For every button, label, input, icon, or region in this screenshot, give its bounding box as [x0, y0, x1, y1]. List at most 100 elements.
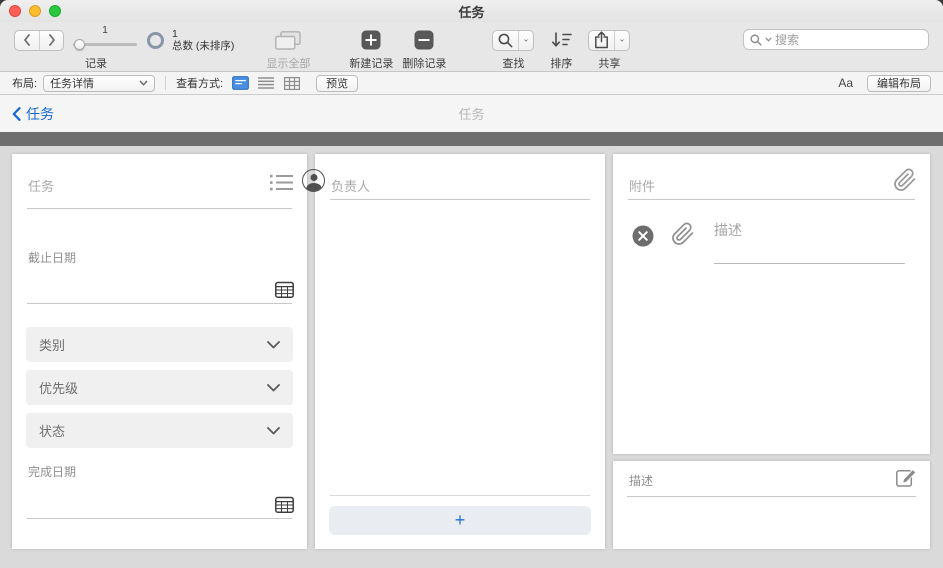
new-record-button[interactable]: 新建记录 — [349, 28, 393, 71]
chevron-down-icon — [620, 38, 625, 42]
form-view-button[interactable] — [230, 75, 250, 92]
share-caption: 共享 — [598, 58, 621, 70]
minus-square-icon — [414, 30, 434, 50]
search-icon — [499, 33, 513, 47]
description-panel: 描述 — [613, 461, 930, 549]
share-button[interactable] — [588, 29, 631, 51]
x-circle-icon — [632, 225, 654, 247]
record-header-title: 任务 — [458, 107, 485, 122]
paperclip-icon[interactable] — [893, 168, 917, 197]
assignee-header-underline — [330, 199, 590, 200]
found-set-pie-icon[interactable] — [147, 31, 164, 49]
divider — [165, 76, 167, 90]
share-group: 共享 — [588, 28, 631, 71]
table-view-icon — [284, 76, 301, 90]
search-icon — [750, 33, 762, 46]
share-icon — [595, 31, 609, 49]
related-list-icon[interactable] — [270, 174, 293, 196]
find-caption: 查找 — [502, 58, 525, 70]
app-window: 任务 1 1 总数 (未排序) 记录 显示全部 新建记录 删除记录 查找 排序 … — [0, 0, 943, 568]
task-field-label: 任务 — [28, 179, 55, 194]
calendar-icon[interactable] — [275, 496, 294, 518]
chevron-down-icon — [139, 80, 148, 86]
stacked-records-icon — [275, 30, 302, 50]
total-record-label: 总数 (未排序) — [172, 40, 235, 52]
preview-button[interactable]: 预览 — [316, 74, 359, 92]
calendar-icon[interactable] — [275, 281, 294, 303]
task-field-underline[interactable] — [27, 208, 292, 209]
edit-icon[interactable] — [896, 468, 917, 492]
assignee-panel: 负责人 + — [302, 154, 605, 549]
attachments-header-underline — [628, 199, 915, 200]
chevron-right-icon — [48, 34, 55, 46]
list-view-button[interactable] — [256, 75, 276, 92]
person-icon[interactable] — [302, 169, 325, 192]
add-assignee-button[interactable]: + — [329, 506, 591, 535]
record-slider-track[interactable] — [73, 39, 137, 50]
form-view-icon — [231, 76, 249, 90]
total-record-count: 1 — [172, 28, 178, 40]
previous-record-button[interactable] — [15, 31, 39, 50]
delete-record-button[interactable]: 删除记录 — [402, 28, 446, 71]
records-caption: 记录 — [85, 58, 107, 70]
toolbar: 1 1 总数 (未排序) 记录 显示全部 新建记录 删除记录 查找 排序 共享 … — [0, 22, 943, 72]
priority-dropdown[interactable]: 优先级 — [26, 370, 293, 405]
chevron-down-icon — [267, 383, 280, 391]
text-format-button[interactable]: Aa — [834, 76, 857, 90]
record-count-block: 1 总数 (未排序) — [172, 28, 234, 52]
preview-label: 预览 — [326, 78, 349, 90]
remove-attachment-button[interactable] — [632, 225, 654, 252]
record-slider-thumb[interactable] — [74, 39, 85, 50]
due-date-field-underline[interactable] — [27, 303, 292, 304]
chevron-down-icon — [267, 340, 280, 348]
view-as-label: 查看方式: — [176, 78, 224, 90]
due-date-label: 截止日期 — [28, 251, 77, 265]
chevron-down-icon — [267, 426, 280, 434]
completion-date-field-underline[interactable] — [27, 518, 292, 519]
find-dropdown-button[interactable] — [518, 30, 533, 50]
record-detail-content: 任务 截止日期 类别 优先级 状态 完成日期 负责人 + 附件 描述 描述 — [0, 146, 943, 568]
attachment-description-field[interactable] — [714, 263, 905, 264]
status-dropdown[interactable]: 状态 — [26, 413, 293, 448]
status-dropdown-label: 状态 — [39, 424, 66, 439]
record-nav-segment — [14, 29, 64, 51]
layout-bar: 布局: 任务详情 查看方式: 预览 Aa 编辑布局 — [0, 72, 943, 95]
share-dropdown-button[interactable] — [614, 30, 629, 50]
zoom-window-button[interactable] — [49, 5, 61, 17]
plus-label: + — [454, 510, 466, 530]
record-header: 任务 任务 — [0, 95, 943, 132]
attachments-label: 附件 — [629, 179, 656, 194]
traffic-lights — [9, 5, 61, 17]
record-nav-group: 1 1 总数 (未排序) 记录 — [14, 25, 234, 71]
next-record-button[interactable] — [39, 30, 63, 50]
table-view-button[interactable] — [282, 75, 302, 92]
layout-popup[interactable]: 任务详情 — [43, 74, 156, 92]
edit-layout-label: 编辑布局 — [877, 78, 921, 90]
titlebar: 任务 — [0, 0, 943, 22]
description-field-underline[interactable] — [627, 496, 916, 497]
chevron-left-icon — [24, 34, 30, 46]
show-all-caption: 显示全部 — [266, 58, 311, 70]
find-button[interactable] — [492, 29, 535, 51]
toolbar-search-field[interactable] — [743, 29, 929, 50]
paperclip-icon — [672, 222, 694, 245]
task-detail-panel: 任务 截止日期 类别 优先级 状态 完成日期 — [12, 154, 307, 549]
description-label: 描述 — [629, 474, 654, 488]
sort-icon — [551, 32, 572, 47]
close-window-button[interactable] — [9, 5, 21, 17]
back-button[interactable]: 任务 — [12, 104, 54, 124]
find-group: 查找 — [492, 28, 535, 71]
record-slider[interactable]: 1 — [73, 25, 137, 52]
assignee-list-bottom-line — [330, 495, 590, 496]
edit-layout-button[interactable]: 编辑布局 — [867, 74, 931, 92]
show-all-button[interactable]: 显示全部 — [266, 28, 310, 71]
search-input[interactable] — [775, 32, 922, 47]
attachment-paperclip-button[interactable] — [671, 222, 695, 251]
minimize-window-button[interactable] — [29, 5, 41, 17]
sort-button[interactable]: 排序 — [550, 28, 572, 71]
assignee-label: 负责人 — [331, 179, 371, 194]
new-record-caption: 新建记录 — [349, 58, 394, 70]
category-dropdown[interactable]: 类别 — [26, 327, 293, 362]
sort-caption: 排序 — [550, 58, 573, 70]
window-title: 任务 — [458, 4, 485, 20]
